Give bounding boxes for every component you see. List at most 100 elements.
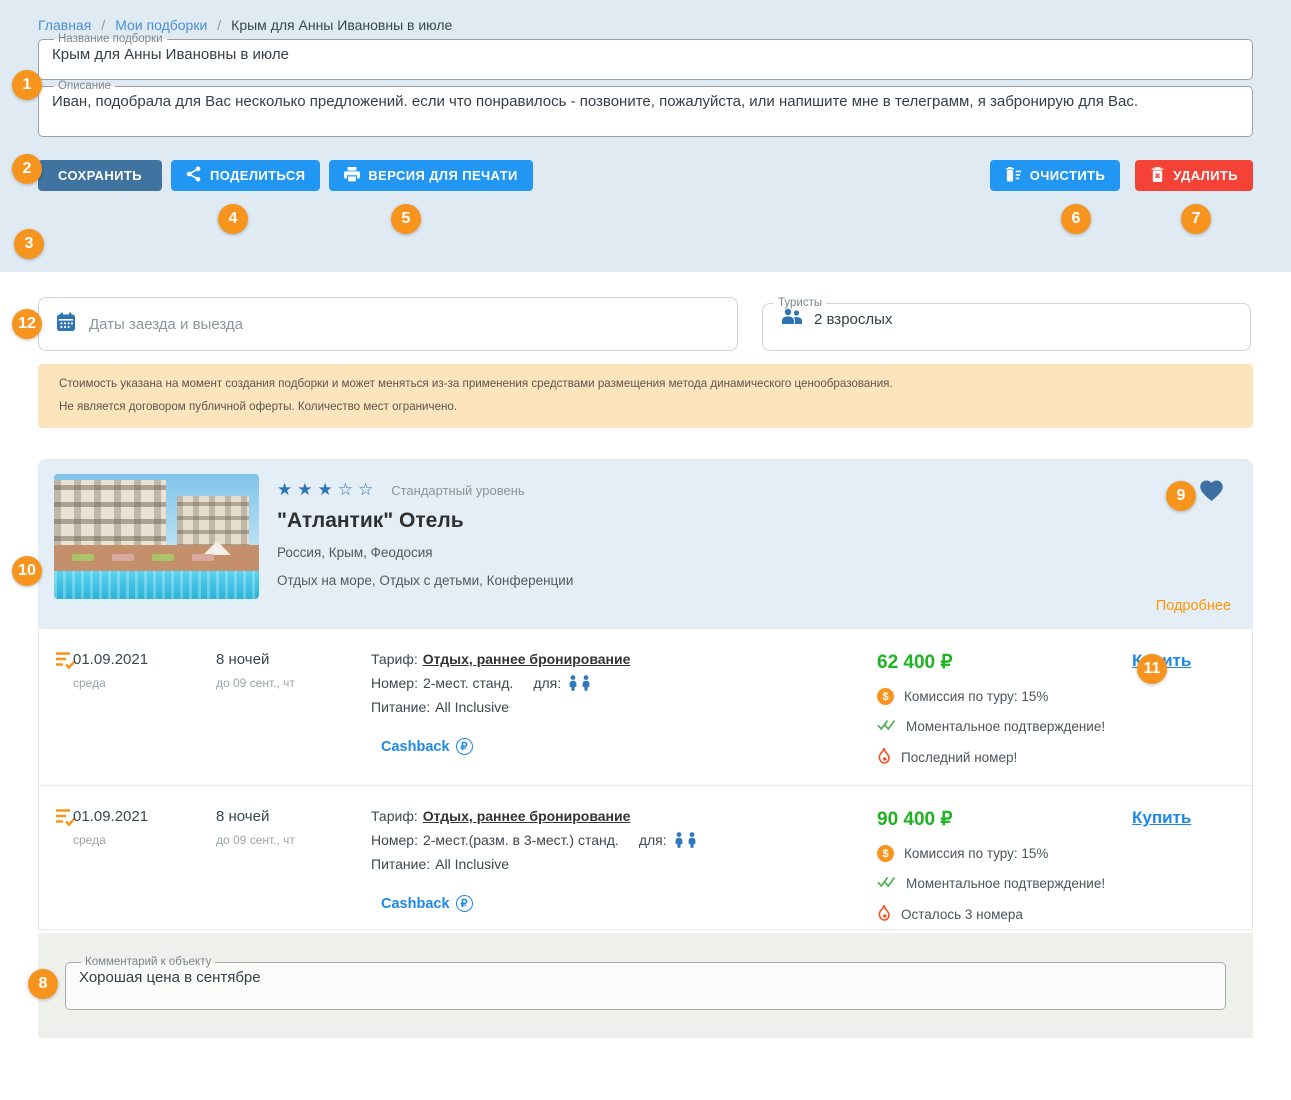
tariff-label: Тариф: [371, 808, 418, 824]
tariff-link[interactable]: Отдых, раннее бронирование [423, 808, 631, 824]
breadcrumb-home[interactable]: Главная [38, 17, 91, 33]
print-button[interactable]: ВЕРСИЯ ДЛЯ ПЕЧАТИ [329, 160, 532, 191]
confirmation-text: Моментальное подтверждение! [906, 719, 1105, 734]
nights-count: 8 ночей [216, 808, 371, 825]
offer-pricing: 90 400 ₽ $ Комиссия по туру: 15% Момента… [877, 808, 1132, 929]
tariff-link[interactable]: Отдых, раннее бронирование [423, 651, 631, 667]
guest-person-icons [568, 675, 591, 691]
hotel-card: ★★★ ☆☆ Стандартный уровень "Атлантик" От… [38, 459, 1253, 930]
meal-label: Питание: [371, 856, 430, 872]
checkin-date: 01.09.2021 [73, 808, 216, 825]
checkout-date: до 09 сент., чт [216, 676, 371, 690]
breadcrumb: Главная / Мои подборки / Крым для Анны И… [38, 17, 1253, 33]
availability-text: Последний номер! [901, 750, 1017, 765]
flame-icon [877, 748, 891, 767]
annotation-badge-8: 8 [28, 969, 58, 999]
cashback-link[interactable]: Cashback ₽ [381, 738, 473, 755]
share-icon [186, 166, 202, 185]
comment-section: Комментарий к объекту [38, 933, 1253, 1038]
offer-details: Тариф: Отдых, раннее бронирование Номер:… [371, 808, 877, 929]
guest-person-icons [674, 832, 697, 848]
hotel-info: ★★★ ☆☆ Стандартный уровень "Атлантик" От… [277, 474, 573, 629]
share-button-label: ПОДЕЛИТЬСЯ [210, 168, 305, 183]
notice-line-2: Не является договором публичной оферты. … [59, 400, 1232, 413]
room-label: Номер: [371, 675, 418, 691]
dates-input[interactable]: Даты заезда и выезда [38, 297, 738, 351]
room-value: 2-мест. станд. [423, 675, 513, 691]
breadcrumb-collections[interactable]: Мои подборки [115, 17, 207, 33]
cashback-label: Cashback [381, 739, 450, 755]
description-field: Описание [38, 80, 1253, 137]
cashback-link[interactable]: Cashback ₽ [381, 895, 473, 912]
clear-button[interactable]: ОЧИСТИТЬ [990, 160, 1120, 191]
meal-value: All Inclusive [435, 856, 509, 872]
clear-button-label: ОЧИСТИТЬ [1030, 168, 1105, 183]
for-label: для: [639, 832, 667, 848]
delete-trash-icon [1150, 167, 1165, 185]
offer-date: 01.09.2021 среда [73, 651, 216, 785]
share-button[interactable]: ПОДЕЛИТЬСЯ [171, 160, 320, 191]
confirmation-text: Моментальное подтверждение! [906, 876, 1105, 891]
tourists-input[interactable]: Туристы 2 взрослых [762, 297, 1251, 351]
collection-name-field: Название подборки [38, 33, 1253, 80]
commission-text: Комиссия по туру: 15% [904, 846, 1048, 861]
annotation-badge-4: 4 [218, 204, 248, 234]
offer-price: 90 400 ₽ [877, 808, 1132, 831]
buy-button[interactable]: Купить [1132, 808, 1191, 827]
nights-count: 8 ночей [216, 651, 371, 668]
filters-row: Даты заезда и выезда Туристы 2 взрослых [0, 272, 1291, 351]
double-check-icon [877, 719, 896, 734]
offer-duration: 8 ночей до 09 сент., чт [216, 808, 371, 929]
meal-value: All Inclusive [435, 699, 509, 715]
annotation-badge-12: 12 [12, 309, 42, 339]
double-check-icon [877, 876, 896, 891]
offer-buy: Купить [1132, 808, 1252, 929]
checkout-date: до 09 сент., чт [216, 833, 371, 847]
offers-list: 01.09.2021 среда 8 ночей до 09 сент., чт… [38, 629, 1253, 930]
commission-text: Комиссия по туру: 15% [904, 689, 1048, 704]
toolbar: СОХРАНИТЬ ПОДЕЛИТЬСЯ ВЕРСИЯ ДЛЯ ПЕЧАТИ О… [38, 160, 1253, 191]
annotation-badge-3: 3 [14, 229, 44, 259]
breadcrumb-separator: / [101, 17, 105, 33]
availability-text: Осталось 3 номера [901, 907, 1023, 922]
printer-icon [344, 167, 360, 185]
delete-button[interactable]: УДАЛИТЬ [1135, 160, 1253, 191]
details-link[interactable]: Подробнее [1156, 598, 1231, 614]
favorite-heart-icon[interactable] [1198, 477, 1225, 507]
save-button[interactable]: СОХРАНИТЬ [38, 160, 162, 191]
annotation-badge-11: 11 [1137, 654, 1167, 684]
price-notice: Стоимость указана на момент создания под… [38, 364, 1253, 428]
collection-name-input[interactable] [52, 45, 1239, 71]
delete-button-label: УДАЛИТЬ [1173, 168, 1238, 183]
stars-filled: ★★★ [277, 480, 338, 500]
offer-date: 01.09.2021 среда [73, 808, 216, 929]
breadcrumb-separator: / [217, 17, 221, 33]
commission-icon: $ [877, 845, 894, 862]
flame-icon [877, 905, 891, 924]
annotation-badge-6: 6 [1061, 204, 1091, 234]
offer-price: 62 400 ₽ [877, 651, 1132, 674]
hotel-card-header: ★★★ ☆☆ Стандартный уровень "Атлантик" От… [38, 459, 1253, 629]
checkin-weekday: среда [73, 676, 216, 690]
offer-duration: 8 ночей до 09 сент., чт [216, 651, 371, 785]
annotation-badge-1: 1 [12, 70, 42, 100]
hotel-photo[interactable] [54, 474, 259, 599]
tourists-value: 2 взрослых [814, 311, 892, 328]
annotation-badge-5: 5 [391, 204, 421, 234]
dates-placeholder: Даты заезда и выезда [89, 316, 243, 333]
comment-input[interactable] [79, 968, 1212, 994]
hotel-tags: Отдых на море, Отдых с детьми, Конференц… [277, 573, 573, 588]
tour-list-icon [39, 651, 73, 785]
description-input[interactable] [52, 92, 1239, 118]
stars-empty: ☆☆ [338, 480, 378, 500]
meal-label: Питание: [371, 699, 430, 715]
page: Главная / Мои подборки / Крым для Анны И… [0, 0, 1291, 1100]
checkin-weekday: среда [73, 833, 216, 847]
cashback-label: Cashback [381, 896, 450, 912]
hotel-name[interactable]: "Атлантик" Отель [277, 509, 573, 533]
collection-name-label: Название подборки [54, 33, 167, 45]
checkin-date: 01.09.2021 [73, 651, 216, 668]
breadcrumb-current: Крым для Анны Ивановны в июле [231, 17, 452, 33]
ruble-circle-icon: ₽ [456, 895, 473, 912]
annotation-badge-7: 7 [1181, 204, 1211, 234]
